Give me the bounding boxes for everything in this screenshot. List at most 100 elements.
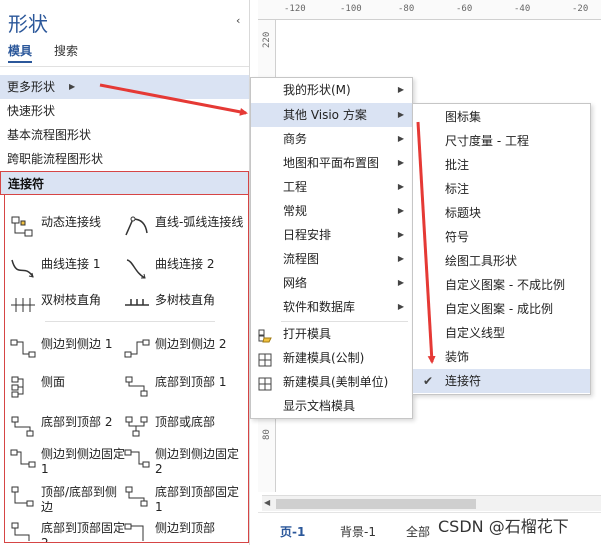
menu-item-maps-floor-plans[interactable]: 地图和平面布置图 ▶ (251, 151, 412, 175)
menu-item-my-shapes[interactable]: 我的形状(M) ▶ (251, 78, 412, 102)
chevron-right-icon: ▶ (397, 278, 404, 287)
menu-item-schedule[interactable]: 日程安排 ▶ (251, 223, 412, 247)
tab-all[interactable]: 全部 (406, 523, 430, 540)
menu-item-label: 打开模具 (283, 327, 332, 341)
menu-item-symbols[interactable]: 符号 (413, 225, 590, 249)
shape-label: 侧边到侧边固定 1 (41, 447, 126, 476)
chevron-right-icon: ▶ (397, 206, 404, 215)
stencil-cross-functional[interactable]: 跨职能流程图形状 (0, 147, 249, 171)
menu-item-network[interactable]: 网络 ▶ (251, 271, 412, 295)
menu-item-label: 日程安排 (283, 228, 332, 242)
shape-multi-tree-right-angle[interactable]: 多树枝直角 (123, 293, 245, 317)
horizontal-scrollbar[interactable]: ◀ (262, 495, 601, 511)
new-stencil-icon (258, 375, 272, 391)
shapes-pane: 形状 ‹ 模具 搜索 更多形状 ▶ 快速形状 基本流程图形状 跨职能流程图形状 … (0, 0, 250, 545)
shape-top-bottom-to-side[interactable]: 顶部/底部到侧边 (9, 485, 127, 515)
menu-item-custom-line-patterns[interactable]: 自定义线型 (413, 321, 590, 345)
shape-label: 侧边到侧边固定 2 (155, 447, 240, 476)
menu-item-label: 新建模具(公制) (283, 351, 365, 365)
scrollbar-thumb[interactable] (276, 499, 476, 509)
elbow-connector-icon (9, 447, 37, 471)
ruler-tick: -20 (572, 4, 589, 14)
other-visio-solutions-submenu: 图标集 尺寸度量 - 工程 批注 标注 标题块 符号 绘图工具形状 自定义图案 … (412, 103, 591, 395)
divider (45, 321, 215, 322)
connector-shapes-panel: 动态连接线 曲线连接 1 双树枝直角 侧边到侧边 1 侧面 底部到顶部 2 侧边… (4, 195, 249, 543)
collapse-pane-icon[interactable]: ‹ (236, 14, 240, 27)
tab-stencils[interactable]: 模具 (8, 42, 33, 63)
menu-item-custom-patterns-scaled[interactable]: 自定义图案 - 成比例 (413, 297, 590, 321)
divider (0, 66, 249, 67)
menu-item-title-blocks[interactable]: 标题块 (413, 201, 590, 225)
menu-item-connectors[interactable]: ✔ 连接符 (413, 369, 590, 393)
shape-side[interactable]: 侧面 (9, 375, 127, 399)
menu-item-label: 地图和平面布置图 (283, 156, 380, 170)
shape-curve-connector-2[interactable]: 曲线连接 2 (123, 257, 245, 281)
checkmark-icon: ✔ (423, 374, 434, 388)
menu-item-flowchart[interactable]: 流程图 ▶ (251, 247, 412, 271)
menu-item-annotations[interactable]: 批注 (413, 153, 590, 177)
menu-item-engineering[interactable]: 工程 ▶ (251, 175, 412, 199)
menu-item-other-visio-solutions[interactable]: 其他 Visio 方案 ▶ (251, 103, 412, 127)
menu-item-label: 自定义线型 (445, 326, 506, 340)
menu-item-icon-sets[interactable]: 图标集 (413, 105, 590, 129)
menu-item-label: 流程图 (283, 252, 320, 266)
shape-bottom-to-top-fixed-2[interactable]: 底部到顶部固定 2 (9, 521, 127, 542)
menu-item-open-stencil[interactable]: 打开模具 (251, 322, 412, 346)
more-shapes-menu: 我的形状(M) ▶ 其他 Visio 方案 ▶ 商务 ▶ 地图和平面布置图 ▶ 工程 ▶ … (250, 77, 413, 419)
menu-item-software-database[interactable]: 软件和数据库 ▶ (251, 295, 412, 319)
tree-connector-icon (9, 293, 37, 317)
shape-top-or-bottom[interactable]: 顶部或底部 (123, 415, 245, 439)
tab-background-1[interactable]: 背景-1 (340, 523, 376, 540)
menu-item-label: 显示文档模具 (283, 399, 356, 413)
tab-page-1[interactable]: 页-1 (280, 523, 305, 540)
chevron-right-icon: ▶ (397, 182, 404, 191)
menu-item-general[interactable]: 常规 ▶ (251, 199, 412, 223)
menu-item-label: 网络 (283, 276, 308, 290)
stencil-more-shapes[interactable]: 更多形状 ▶ (0, 75, 249, 99)
chevron-right-icon: ▶ (69, 82, 76, 91)
shape-side-to-side-fixed-2[interactable]: 侧边到侧边固定 2 (123, 447, 245, 477)
menu-item-new-stencil-us-units[interactable]: 新建模具(美制单位) (251, 370, 412, 394)
shape-double-tree-right-angle[interactable]: 双树枝直角 (9, 293, 127, 317)
menu-item-label: 批注 (445, 158, 470, 172)
shape-label: 曲线连接 2 (155, 257, 215, 271)
elbow-connector-icon (9, 415, 37, 439)
stencil-quick-shapes[interactable]: 快速形状 (0, 99, 249, 123)
side-connector-icon (9, 375, 37, 399)
chevron-right-icon: ▶ (397, 158, 404, 167)
menu-item-show-document-stencil[interactable]: 显示文档模具 (251, 394, 412, 418)
menu-item-callouts[interactable]: 标注 (413, 177, 590, 201)
shape-dynamic-connector[interactable]: 动态连接线 (9, 215, 127, 239)
shape-bottom-to-top-2[interactable]: 底部到顶部 2 (9, 415, 127, 439)
tab-search[interactable]: 搜索 (54, 42, 78, 59)
elbow-connector-icon (123, 447, 151, 471)
menu-item-custom-patterns-unscaled[interactable]: 自定义图案 - 不成比例 (413, 273, 590, 297)
stencil-connectors[interactable]: 连接符 (0, 171, 249, 195)
menu-item-label: 标注 (445, 182, 470, 196)
menu-item-business[interactable]: 商务 ▶ (251, 127, 412, 151)
chevron-right-icon: ▶ (397, 85, 404, 94)
shape-side-to-side-1[interactable]: 侧边到侧边 1 (9, 337, 127, 361)
shape-side-to-top[interactable]: 侧边到顶部 (123, 521, 245, 542)
horizontal-ruler: -120 -100 -80 -60 -40 -20 (258, 0, 601, 20)
shape-line-arc-connector[interactable]: 直线-弧线连接线 (123, 215, 245, 239)
shape-label: 侧面 (41, 375, 66, 389)
elbow-connector-icon (123, 415, 151, 439)
ruler-tick: 220 (262, 31, 272, 48)
shape-label: 底部到顶部 1 (155, 375, 227, 389)
menu-item-new-stencil-metric[interactable]: 新建模具(公制) (251, 346, 412, 370)
shape-curve-connector-1[interactable]: 曲线连接 1 (9, 257, 127, 281)
shape-label: 底部到顶部固定 1 (155, 485, 240, 514)
shape-side-to-side-2[interactable]: 侧边到侧边 2 (123, 337, 245, 361)
shape-bottom-to-top-1[interactable]: 底部到顶部 1 (123, 375, 245, 399)
stencil-basic-flowchart[interactable]: 基本流程图形状 (0, 123, 249, 147)
menu-item-borders-titles[interactable]: 装饰 (413, 345, 590, 369)
new-stencil-icon (258, 351, 272, 367)
shape-bottom-to-top-fixed-1[interactable]: 底部到顶部固定 1 (123, 485, 245, 515)
stencil-label: 更多形状 (7, 80, 56, 94)
shape-side-to-side-fixed-1[interactable]: 侧边到侧边固定 1 (9, 447, 127, 477)
stencil-label: 跨职能流程图形状 (7, 152, 104, 166)
scroll-left-icon[interactable]: ◀ (264, 498, 270, 507)
menu-item-drawing-tool-shapes[interactable]: 绘图工具形状 (413, 249, 590, 273)
menu-item-dimensioning-engineering[interactable]: 尺寸度量 - 工程 (413, 129, 590, 153)
